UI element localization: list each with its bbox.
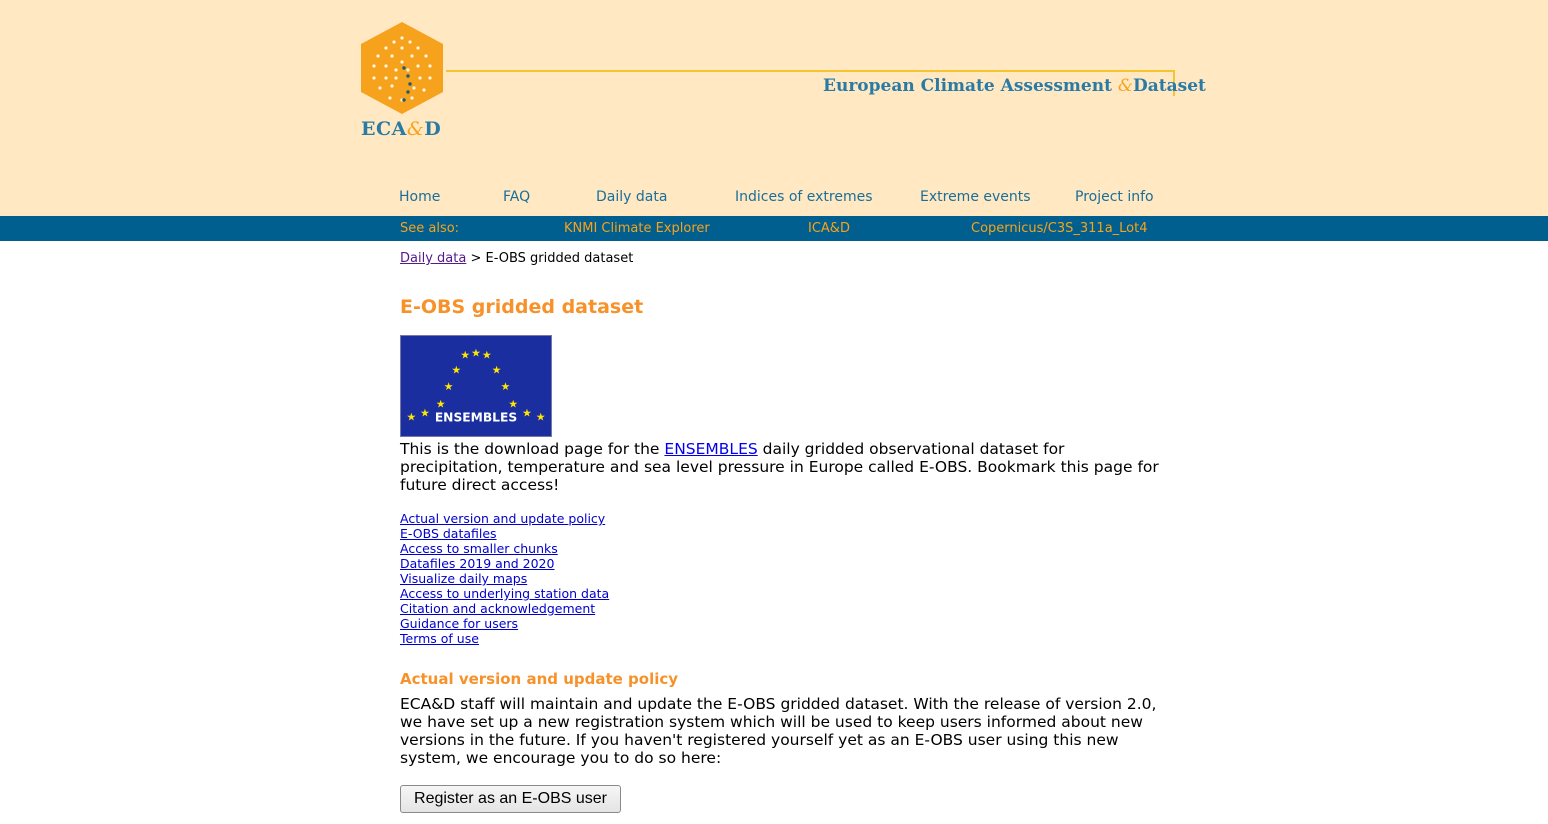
ensembles-logo-image: ★ ★ ★ ★ ★ ★ ★ ★ ★ ★ ★ ★ ★ ENSEMBLES: [400, 335, 552, 437]
policy-paragraph: ECA&D staff will maintain and update the…: [400, 695, 1157, 767]
toc-item: Guidance for users: [400, 616, 609, 631]
toc-link-terms-of-use[interactable]: Terms of use: [400, 631, 479, 646]
toc-link-smaller-chunks[interactable]: Access to smaller chunks: [400, 541, 558, 556]
toc-item: Datafiles 2019 and 2020: [400, 556, 609, 571]
header-divider-line: [446, 70, 1175, 72]
toc-item: E-OBS datafiles: [400, 526, 609, 541]
svg-text:★: ★: [482, 349, 492, 362]
intro-paragraph: This is the download page for the ENSEMB…: [400, 440, 1160, 494]
toc-link-datafiles-2019-2020[interactable]: Datafiles 2019 and 2020: [400, 556, 554, 571]
breadcrumb-current: E-OBS gridded dataset: [485, 251, 634, 266]
breadcrumb-daily-data-link[interactable]: Daily data: [400, 251, 466, 266]
toc-item: Terms of use: [400, 631, 609, 646]
site-title: European Climate Assessment &Dataset: [823, 76, 1206, 96]
svg-text:★: ★: [522, 406, 532, 419]
svg-text:★: ★: [501, 380, 511, 393]
nav-faq[interactable]: FAQ: [503, 189, 530, 205]
ensembles-image-label: ENSEMBLES: [435, 410, 517, 424]
svg-text:★: ★: [492, 363, 502, 376]
register-eobs-user-button[interactable]: Register as an E-OBS user: [400, 785, 621, 813]
toc-link-eobs-datafiles[interactable]: E-OBS datafiles: [400, 526, 497, 541]
page-title: E-OBS gridded dataset: [400, 296, 644, 318]
toc-item: Citation and acknowledgement: [400, 601, 609, 616]
toc-item: Actual version and update policy: [400, 511, 609, 526]
svg-text:★: ★: [444, 380, 454, 393]
nav-home[interactable]: Home: [399, 189, 440, 205]
nav-indices-of-extremes[interactable]: Indices of extremes: [735, 189, 873, 205]
logo-text-part: D: [424, 118, 442, 140]
nav-extreme-events[interactable]: Extreme events: [920, 189, 1031, 205]
toc-link-visualize-maps[interactable]: Visualize daily maps: [400, 571, 527, 586]
site-header: [0, 0, 1548, 216]
toc-link-citation[interactable]: Citation and acknowledgement: [400, 601, 595, 616]
link-copernicus[interactable]: Copernicus/C3S_311a_Lot4: [971, 221, 1148, 236]
toc-link-guidance[interactable]: Guidance for users: [400, 616, 518, 631]
svg-text:★: ★: [508, 398, 518, 411]
site-title-amp: &: [1117, 76, 1134, 96]
svg-text:★: ★: [420, 406, 430, 419]
toc-item: Access to underlying station data: [400, 586, 609, 601]
svg-text:★: ★: [536, 410, 546, 423]
logo-text-part: ECA: [361, 118, 407, 140]
svg-text:★: ★: [452, 363, 462, 376]
see-also-bar: [0, 216, 1548, 241]
section-title-update-policy: Actual version and update policy: [400, 670, 679, 688]
ensembles-link[interactable]: ENSEMBLES: [664, 440, 757, 458]
table-of-contents: Actual version and update policy E-OBS d…: [400, 511, 609, 646]
logo-text-amp: &: [406, 118, 425, 140]
svg-text:★: ★: [406, 410, 416, 423]
link-knmi-climate-explorer[interactable]: KNMI Climate Explorer: [564, 221, 710, 236]
nav-daily-data[interactable]: Daily data: [596, 189, 667, 205]
svg-text:★: ★: [471, 347, 481, 360]
see-also-label: See also:: [400, 221, 460, 236]
toc-item: Visualize daily maps: [400, 571, 609, 586]
link-icad[interactable]: ICA&D: [808, 221, 850, 236]
toc-item: Access to smaller chunks: [400, 541, 609, 556]
toc-link-actual-version[interactable]: Actual version and update policy: [400, 511, 605, 526]
breadcrumb: Daily data > E-OBS gridded dataset: [400, 251, 633, 266]
svg-text:★: ★: [436, 398, 446, 411]
intro-text: This is the download page for the: [400, 440, 665, 458]
site-title-part: European Climate Assessment: [823, 76, 1118, 96]
breadcrumb-separator: >: [466, 251, 486, 266]
svg-text:★: ★: [460, 349, 470, 362]
nav-project-info[interactable]: Project info: [1075, 189, 1154, 205]
site-title-part: Dataset: [1133, 76, 1206, 96]
logo-text: ECA&D: [361, 118, 441, 140]
toc-link-station-data[interactable]: Access to underlying station data: [400, 586, 609, 601]
